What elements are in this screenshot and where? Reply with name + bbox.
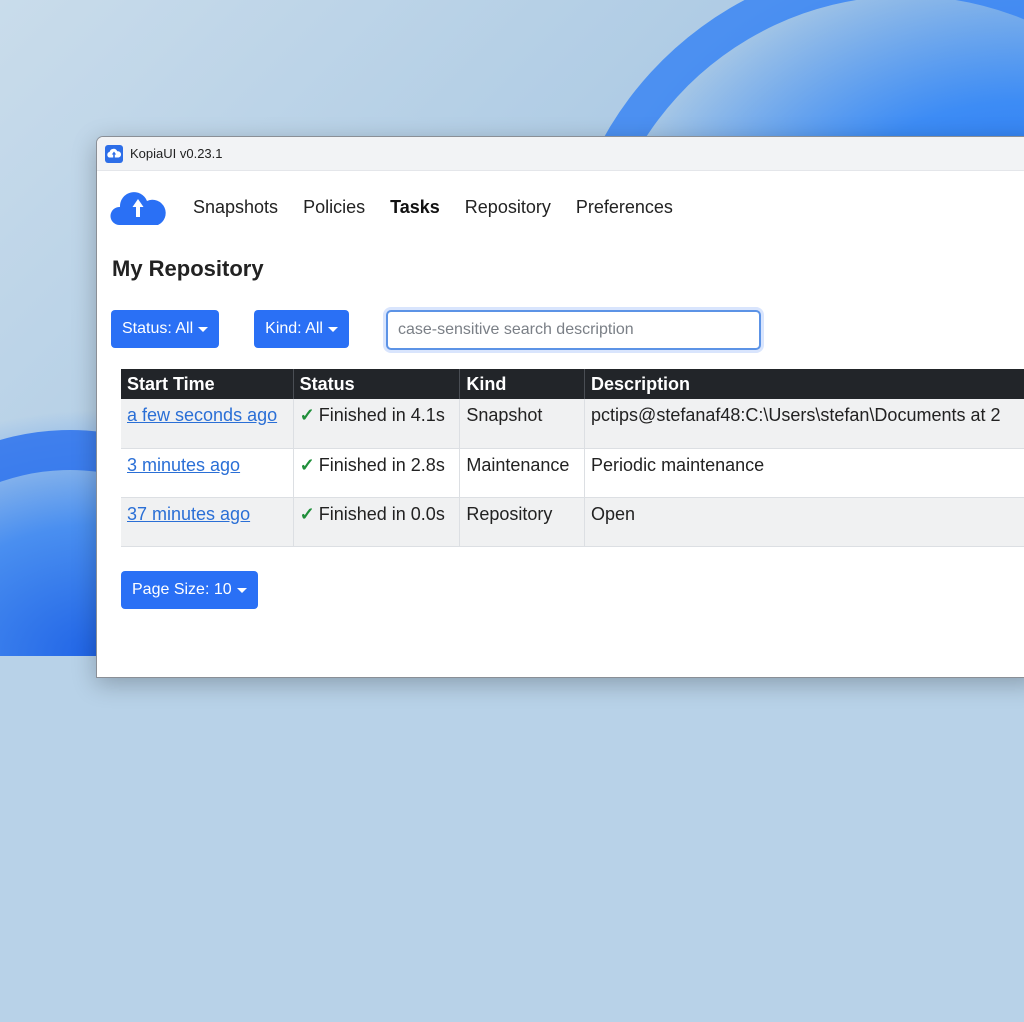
caret-down-icon (236, 588, 247, 593)
status-filter-label: Status: All (122, 320, 194, 337)
column-header-start-time[interactable]: Start Time (121, 369, 294, 399)
cell-description: Open (584, 497, 1024, 547)
search-input[interactable] (386, 310, 761, 350)
nav-snapshots[interactable]: Snapshots (193, 197, 278, 218)
caret-down-icon (198, 327, 209, 332)
status-text: Finished in 2.8s (318, 454, 445, 475)
title-bar: KopiaUI v0.23.1 (97, 137, 1024, 171)
table-row[interactable]: 3 minutes ago ✓ Finished in 2.8s Maintena… (121, 448, 1024, 498)
status-text: Finished in 0.0s (318, 503, 445, 524)
page-size-label: Page Size: 10 (132, 581, 232, 598)
table-row[interactable]: a few seconds ago ✓ Finished in 4.1s Snap… (121, 399, 1024, 449)
column-header-kind[interactable]: Kind (459, 369, 586, 399)
table-row[interactable]: 37 minutes ago ✓ Finished in 0.0s Reposit… (121, 497, 1024, 547)
kopia-cloud-logo[interactable] (109, 185, 167, 229)
filter-bar: Status: All Kind: All (111, 310, 349, 348)
table-header-row: Start Time Status Kind Description (121, 369, 1024, 399)
page-size-dropdown[interactable]: Page Size: 10 (121, 571, 258, 609)
cell-status: ✓ Finished in 0.0s (293, 497, 461, 547)
cell-status: ✓ Finished in 4.1s (293, 399, 461, 449)
status-text: Finished in 4.1s (318, 405, 445, 425)
tasks-table: Start Time Status Kind Description a few… (121, 369, 1024, 547)
cell-start-time: a few seconds ago (121, 399, 294, 449)
cell-start-time: 3 minutes ago (121, 448, 294, 498)
window-title: KopiaUI v0.23.1 (130, 146, 223, 161)
cell-description: Periodic maintenance (584, 448, 1024, 498)
kind-filter-label: Kind: All (265, 320, 323, 337)
nav-policies[interactable]: Policies (303, 197, 365, 218)
nav-tasks[interactable]: Tasks (390, 197, 440, 218)
status-filter-dropdown[interactable]: Status: All (111, 310, 220, 348)
task-time-link[interactable]: 3 minutes ago (127, 455, 240, 475)
kopia-cloud-icon (105, 144, 123, 163)
task-time-link[interactable]: 37 minutes ago (127, 504, 250, 524)
column-header-status[interactable]: Status (293, 369, 461, 399)
cell-start-time: 37 minutes ago (121, 497, 294, 547)
nav-preferences[interactable]: Preferences (576, 197, 673, 218)
caret-down-icon (327, 327, 338, 332)
page-title: My Repository (112, 256, 264, 281)
check-icon: ✓ (299, 503, 315, 524)
cell-kind: Snapshot (459, 399, 586, 449)
cell-status: ✓ Finished in 2.8s (293, 448, 461, 498)
app-window: KopiaUI v0.23.1 Snapshots Policies Tasks… (96, 136, 1024, 678)
check-icon: ✓ (299, 454, 315, 475)
cell-kind: Repository (459, 497, 586, 547)
cell-kind: Maintenance (459, 448, 586, 498)
nav-repository[interactable]: Repository (465, 197, 551, 218)
kind-filter-dropdown[interactable]: Kind: All (254, 310, 349, 348)
top-navbar: Snapshots Policies Tasks Repository Pref… (97, 171, 1024, 243)
task-time-link[interactable]: a few seconds ago (127, 405, 277, 425)
cell-description: pctips@stefanaf48:C:\Users\stefan\Docume… (584, 399, 1024, 449)
column-header-description[interactable]: Description (584, 369, 1024, 399)
check-icon: ✓ (299, 405, 315, 425)
